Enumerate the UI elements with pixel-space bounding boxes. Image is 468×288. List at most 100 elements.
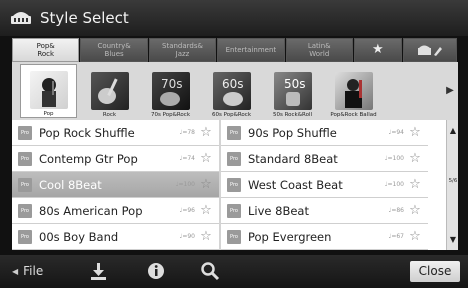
pro-badge-icon: Pro	[18, 229, 32, 244]
favorite-star-icon[interactable]: ☆	[199, 229, 213, 244]
style-row[interactable]: Pro Contemp Gtr Pop ♩=74 ☆	[12, 146, 219, 172]
style-tempo: ♩=96	[179, 207, 196, 214]
tab-label-line1: Entertainment	[225, 46, 277, 54]
tab-pop-rock[interactable]: Pop& Rock	[12, 38, 80, 62]
subcategory-label: Pop	[43, 111, 54, 117]
style-list: Pro Pop Rock Shuffle ♩=78 ☆ Pro Contemp …	[12, 120, 446, 250]
tab-label-line2: Rock	[37, 50, 55, 58]
style-name: Standard 8Beat	[248, 151, 338, 166]
bottom-bar: ◀ File Close	[0, 255, 468, 288]
favorite-star-icon[interactable]: ☆	[199, 203, 213, 218]
pro-badge-icon: Pro	[18, 203, 32, 218]
style-tempo: ♩=100	[384, 155, 404, 162]
style-row-selected[interactable]: Pro Cool 8Beat ♩=100 ☆	[12, 172, 219, 198]
style-tempo: ♩=90	[179, 233, 196, 240]
style-column-right: Pro 90s Pop Shuffle ♩=94 ☆ Pro Standard …	[221, 120, 428, 250]
style-tempo: ♩=94	[388, 129, 405, 136]
style-tempo: ♩=78	[179, 129, 196, 136]
page-up-icon[interactable]: ▲	[447, 126, 459, 135]
70s-thumb-icon: 70s	[151, 72, 190, 110]
subcategory-label: 50s Rock&Roll	[272, 112, 313, 118]
save-download-icon[interactable]	[88, 261, 108, 281]
favorite-star-icon[interactable]: ☆	[408, 203, 422, 218]
style-row[interactable]: Pro Standard 8Beat ♩=100 ☆	[221, 146, 428, 172]
tab-country-blues[interactable]: Country& Blues	[80, 38, 148, 62]
pro-badge-icon: Pro	[227, 203, 241, 218]
style-name: Contemp Gtr Pop	[39, 151, 138, 166]
style-row[interactable]: Pro 80s American Pop ♩=96 ☆	[12, 198, 219, 224]
subcategory-label: 70s Pop&Rock	[150, 112, 191, 118]
file-button[interactable]: ◀ File	[12, 264, 43, 278]
style-name: Pop Rock Shuffle	[39, 125, 135, 140]
favorite-star-icon[interactable]: ☆	[408, 151, 422, 166]
window-title: Style Select	[40, 9, 129, 27]
style-name: West Coast Beat	[248, 177, 343, 192]
tab-favorites[interactable]: ★	[353, 38, 402, 62]
style-row[interactable]: Pro Pop Rock Shuffle ♩=78 ☆	[12, 120, 219, 146]
tab-edit[interactable]	[402, 38, 458, 62]
subcategory-ballad[interactable]: Pop&Rock Ballad	[325, 64, 382, 118]
tab-label-line1: Country&	[97, 42, 131, 50]
rock-guitar-icon	[90, 72, 129, 110]
piano-edit-icon	[417, 45, 442, 56]
style-name: 80s American Pop	[39, 203, 143, 218]
style-name: 90s Pop Shuffle	[248, 125, 337, 140]
tab-standards-jazz[interactable]: Standards& Jazz	[148, 38, 217, 62]
info-icon[interactable]	[146, 261, 166, 281]
style-tempo: ♩=67	[388, 233, 405, 240]
pro-badge-icon: Pro	[18, 151, 32, 166]
favorite-star-icon[interactable]: ☆	[199, 125, 213, 140]
subcategory-bar: Pop Rock 70s 70s Pop&Rock 60s 60s Pop&Ro…	[12, 62, 458, 120]
pro-badge-icon: Pro	[227, 177, 241, 192]
tab-latin-world[interactable]: Latin& World	[285, 38, 353, 62]
subcategory-label: 60s Pop&Rock	[211, 112, 252, 118]
ballad-thumb-icon	[334, 72, 373, 110]
tab-label-line2: World	[309, 50, 330, 58]
star-icon: ★	[372, 42, 384, 57]
style-row[interactable]: Pro West Coast Beat ♩=100 ☆	[221, 172, 428, 198]
pro-badge-icon: Pro	[227, 125, 241, 140]
subcategory-70s[interactable]: 70s 70s Pop&Rock	[142, 64, 199, 118]
style-name: Cool 8Beat	[39, 177, 102, 192]
category-tabs: Pop& Rock Country& Blues Standards& Jazz…	[12, 38, 458, 62]
subcategory-next-icon[interactable]: ▶	[444, 82, 456, 100]
60s-thumb-icon: 60s	[212, 72, 251, 110]
title-bar: Style Select	[0, 0, 468, 36]
subcategory-60s[interactable]: 60s 60s Pop&Rock	[203, 64, 260, 118]
tab-entertainment[interactable]: Entertainment	[217, 38, 285, 62]
page-indicator: 5/6	[448, 178, 458, 184]
style-name: Pop Evergreen	[248, 229, 332, 244]
50s-thumb-icon: 50s	[273, 72, 312, 110]
close-button[interactable]: Close	[410, 261, 460, 282]
subcategory-rock[interactable]: Rock	[81, 64, 138, 118]
style-row[interactable]: Pro 00s Boy Band ♩=90 ☆	[12, 224, 219, 250]
tab-label-line1: Standards&	[162, 42, 203, 50]
subcategory-pop[interactable]: Pop	[20, 64, 77, 118]
pop-thumb-icon	[29, 71, 68, 109]
style-name: 00s Boy Band	[39, 229, 119, 244]
style-tempo: ♩=100	[175, 181, 195, 188]
style-row[interactable]: Pro Live 8Beat ♩=86 ☆	[221, 198, 428, 224]
tab-label-line1: Latin&	[307, 42, 331, 50]
page-down-icon[interactable]: ▼	[447, 235, 459, 244]
favorite-star-icon[interactable]: ☆	[408, 125, 422, 140]
page-scroller: ▲ 5/6 ▼	[446, 120, 458, 250]
search-icon[interactable]	[200, 261, 220, 281]
favorite-star-icon[interactable]: ☆	[408, 229, 422, 244]
favorite-star-icon[interactable]: ☆	[199, 151, 213, 166]
svg-text:70s: 70s	[161, 77, 183, 91]
subcategory-label: Rock	[102, 112, 117, 118]
tab-label-line1: Pop&	[36, 42, 55, 50]
style-tempo: ♩=74	[179, 155, 196, 162]
favorite-star-icon[interactable]: ☆	[199, 177, 213, 192]
style-tempo: ♩=86	[388, 207, 405, 214]
pro-badge-icon: Pro	[227, 229, 241, 244]
svg-text:60s: 60s	[222, 77, 244, 91]
favorite-star-icon[interactable]: ☆	[408, 177, 422, 192]
subcategory-50s[interactable]: 50s 50s Rock&Roll	[264, 64, 321, 118]
subcategory-label: Pop&Rock Ballad	[330, 112, 377, 118]
style-row[interactable]: Pro 90s Pop Shuffle ♩=94 ☆	[221, 120, 428, 146]
pro-badge-icon: Pro	[18, 125, 32, 140]
style-row[interactable]: Pro Pop Evergreen ♩=67 ☆	[221, 224, 428, 250]
pro-badge-icon: Pro	[227, 151, 241, 166]
